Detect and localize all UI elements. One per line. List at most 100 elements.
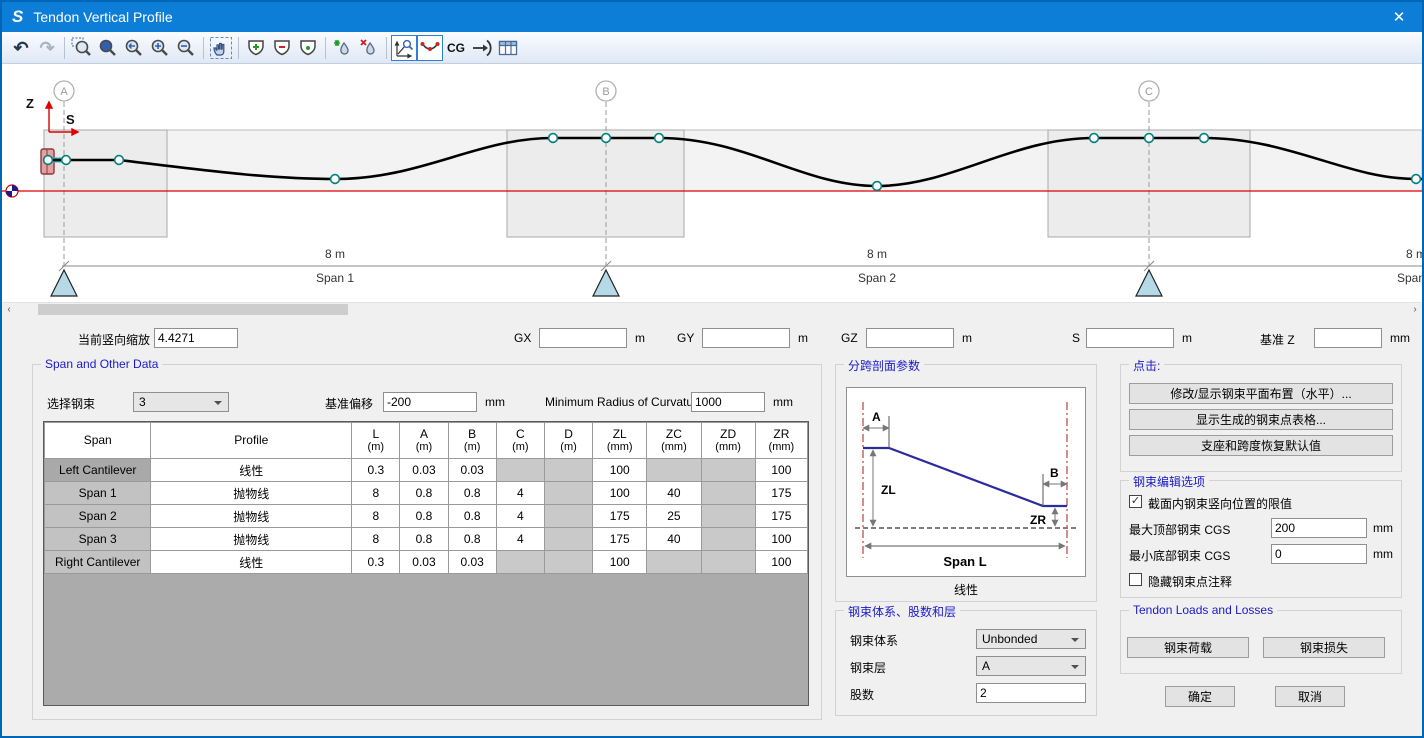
zoom-plus-icon[interactable] bbox=[147, 35, 173, 61]
cell[interactable]: 0.8 bbox=[400, 482, 448, 505]
close-button[interactable]: ✕ bbox=[1376, 2, 1422, 32]
cell[interactable]: 175 bbox=[755, 482, 807, 505]
row-header[interactable]: Span 3 bbox=[45, 528, 151, 551]
scrollbar-thumb[interactable] bbox=[38, 304, 348, 315]
cell[interactable]: 8 bbox=[352, 528, 400, 551]
tendon-loss-button[interactable]: 钢束损失 bbox=[1263, 637, 1385, 658]
gz-input[interactable] bbox=[866, 328, 954, 348]
cell[interactable]: 0.3 bbox=[352, 459, 400, 482]
cell[interactable]: 抛物线 bbox=[151, 505, 352, 528]
show-tendon-point-table-button[interactable]: 显示生成的钢束点表格... bbox=[1129, 409, 1393, 430]
cell[interactable]: 40 bbox=[647, 528, 701, 551]
min-bottom-cgs-input[interactable] bbox=[1271, 544, 1367, 564]
profile-canvas[interactable]: A B C Z S bbox=[2, 64, 1422, 302]
s-input[interactable] bbox=[1086, 328, 1174, 348]
controls-panel: 当前竖向缩放 GX m GY m GZ m S m 基准 Z mm Span a… bbox=[2, 315, 1422, 736]
select-tendon-dropdown[interactable]: 3 bbox=[133, 392, 229, 412]
tendon-point[interactable] bbox=[44, 156, 53, 165]
modify-horizontal-layout-button[interactable]: 修改/显示钢束平面布置（水平）... bbox=[1129, 383, 1393, 404]
cell[interactable]: 线性 bbox=[151, 459, 352, 482]
show-vertical-profile-icon[interactable] bbox=[391, 35, 417, 61]
tendon-load-button[interactable]: 钢束荷载 bbox=[1127, 637, 1249, 658]
cell[interactable]: 175 bbox=[593, 505, 647, 528]
cell[interactable]: 0.3 bbox=[352, 551, 400, 574]
tendon-system-dropdown[interactable]: Unbonded bbox=[976, 629, 1086, 649]
max-top-cgs-input[interactable] bbox=[1271, 518, 1367, 538]
min-radius-input[interactable] bbox=[691, 392, 765, 412]
zoom-window-icon[interactable] bbox=[69, 35, 95, 61]
limit-checkbox[interactable] bbox=[1129, 495, 1142, 508]
cell[interactable]: 0.8 bbox=[448, 505, 496, 528]
add-span-icon[interactable] bbox=[243, 35, 269, 61]
tendon-point[interactable] bbox=[1145, 134, 1154, 143]
cell[interactable]: 175 bbox=[593, 528, 647, 551]
cell[interactable]: 25 bbox=[647, 505, 701, 528]
show-tendon-points-icon[interactable] bbox=[417, 35, 443, 61]
cell[interactable]: 100 bbox=[593, 551, 647, 574]
delete-span-icon[interactable] bbox=[269, 35, 295, 61]
cell[interactable]: 100 bbox=[593, 482, 647, 505]
show-tables-icon[interactable] bbox=[495, 35, 521, 61]
restore-defaults-button[interactable]: 支座和跨度恢复默认值 bbox=[1129, 435, 1393, 456]
vertical-scale-input[interactable] bbox=[154, 328, 238, 348]
datum-z-input[interactable] bbox=[1314, 328, 1382, 348]
tendon-point[interactable] bbox=[331, 175, 340, 184]
cell[interactable]: 175 bbox=[755, 505, 807, 528]
row-header[interactable]: Right Cantilever bbox=[45, 551, 151, 574]
tendon-point[interactable] bbox=[1200, 134, 1209, 143]
cell[interactable]: 8 bbox=[352, 505, 400, 528]
cell[interactable]: 0.8 bbox=[448, 482, 496, 505]
ok-button[interactable]: 确定 bbox=[1165, 686, 1235, 707]
cell[interactable]: 0.03 bbox=[448, 551, 496, 574]
cell[interactable]: 100 bbox=[755, 551, 807, 574]
cell[interactable]: 抛物线 bbox=[151, 528, 352, 551]
zoom-in-icon[interactable] bbox=[95, 35, 121, 61]
cell[interactable]: 4 bbox=[496, 482, 544, 505]
tendon-point[interactable] bbox=[115, 156, 124, 165]
undo-icon[interactable]: ↶ bbox=[8, 35, 34, 61]
row-header[interactable]: Span 2 bbox=[45, 505, 151, 528]
pan-icon[interactable] bbox=[208, 35, 234, 61]
show-cg-icon[interactable]: CG bbox=[443, 35, 469, 61]
title-bar[interactable]: S Tendon Vertical Profile ✕ bbox=[2, 2, 1422, 32]
jack-location-icon[interactable] bbox=[469, 35, 495, 61]
tendon-point[interactable] bbox=[655, 134, 664, 143]
cell[interactable]: 0.8 bbox=[400, 505, 448, 528]
gy-input[interactable] bbox=[702, 328, 790, 348]
tendon-point[interactable] bbox=[1090, 134, 1099, 143]
cell[interactable]: 8 bbox=[352, 482, 400, 505]
cell[interactable]: 100 bbox=[755, 528, 807, 551]
cell[interactable]: 0.8 bbox=[400, 528, 448, 551]
cell[interactable]: 100 bbox=[593, 459, 647, 482]
strands-input[interactable] bbox=[976, 683, 1086, 703]
hide-notes-checkbox[interactable] bbox=[1129, 573, 1142, 586]
tendon-point[interactable] bbox=[602, 134, 611, 143]
delete-tendon-point-icon[interactable] bbox=[356, 35, 382, 61]
cell[interactable]: 100 bbox=[755, 459, 807, 482]
cell[interactable]: 0.03 bbox=[448, 459, 496, 482]
horizontal-scrollbar[interactable]: ‹ › bbox=[2, 302, 1422, 315]
tendon-layer-dropdown[interactable]: A bbox=[976, 656, 1086, 676]
zoom-minus-icon[interactable] bbox=[173, 35, 199, 61]
tendon-point[interactable] bbox=[1412, 175, 1421, 184]
gx-input[interactable] bbox=[539, 328, 627, 348]
zoom-previous-icon[interactable] bbox=[121, 35, 147, 61]
cell[interactable]: 0.03 bbox=[400, 551, 448, 574]
tendon-point[interactable] bbox=[873, 182, 882, 191]
cell[interactable]: 4 bbox=[496, 505, 544, 528]
cancel-button[interactable]: 取消 bbox=[1275, 686, 1345, 707]
datum-offset-input[interactable] bbox=[383, 392, 477, 412]
cell[interactable]: 线性 bbox=[151, 551, 352, 574]
row-header[interactable]: Left Cantilever bbox=[45, 459, 151, 482]
cell[interactable]: 抛物线 bbox=[151, 482, 352, 505]
tendon-point[interactable] bbox=[549, 134, 558, 143]
span-point-icon[interactable] bbox=[295, 35, 321, 61]
add-tendon-point-icon[interactable] bbox=[330, 35, 356, 61]
row-header[interactable]: Span 1 bbox=[45, 482, 151, 505]
tendon-point[interactable] bbox=[62, 156, 71, 165]
redo-icon[interactable]: ↷ bbox=[34, 35, 60, 61]
cell[interactable]: 0.03 bbox=[400, 459, 448, 482]
cell[interactable]: 40 bbox=[647, 482, 701, 505]
cell[interactable]: 0.8 bbox=[448, 528, 496, 551]
cell[interactable]: 4 bbox=[496, 528, 544, 551]
